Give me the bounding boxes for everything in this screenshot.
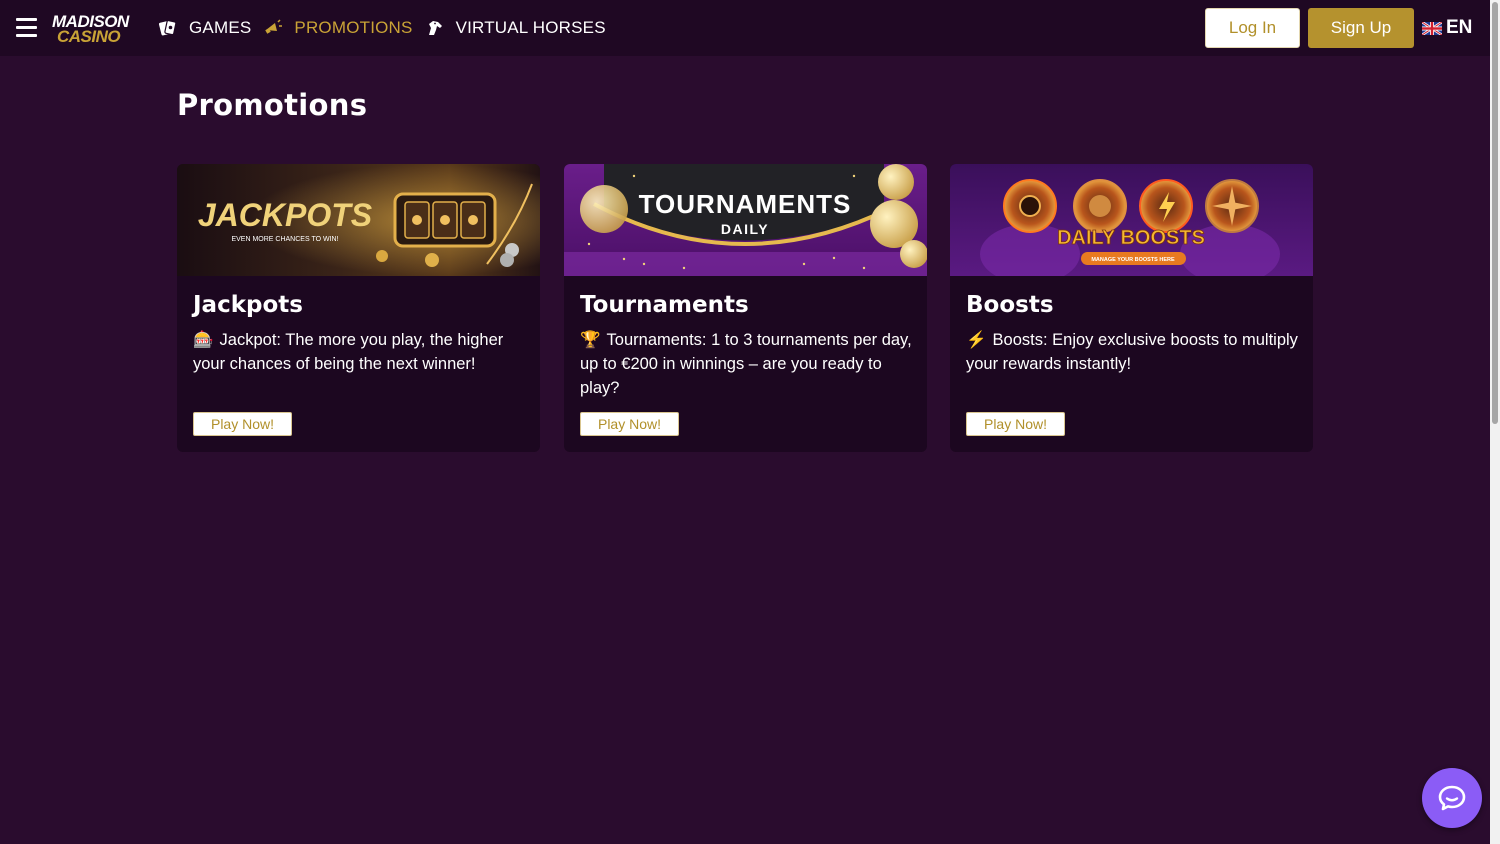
- chat-button[interactable]: [1422, 768, 1482, 828]
- card-title: Boosts: [966, 292, 1054, 318]
- card-description: ⚡ Boosts: Enjoy exclusive boosts to multi…: [966, 328, 1301, 376]
- login-button[interactable]: Log In: [1205, 8, 1300, 48]
- card-description-text: Jackpot: The more you play, the higher y…: [193, 331, 504, 373]
- logo-line-2: CASINO: [57, 27, 121, 46]
- boosts-banner[interactable]: DAILY BOOSTS MANAGE YOUR BOOSTS HERE: [950, 164, 1313, 276]
- language-code: EN: [1446, 17, 1473, 38]
- jackpots-banner-title: JACKPOTS: [198, 197, 373, 233]
- slot-machine-icon: 🎰: [193, 331, 214, 349]
- promo-card-tournaments: TOURNAMENTS DAILY Tournaments 🏆 Tournamen…: [564, 164, 927, 452]
- boosts-banner-subtitle: MANAGE YOUR BOOSTS HERE: [1091, 257, 1175, 263]
- megaphone-icon: [265, 19, 283, 34]
- card-description: 🎰 Jackpot: The more you play, the higher …: [193, 328, 528, 376]
- card-description: 🏆 Tournaments: 1 to 3 tournaments per day…: [580, 328, 915, 400]
- promo-card-jackpots: JACKPOTS EVEN MORE CHANCES TO WIN! Jackp…: [177, 164, 540, 452]
- nav-label-virtual-horses: VIRTUAL HORSES: [455, 18, 606, 37]
- tournaments-banner-title: TOURNAMENTS: [639, 189, 852, 219]
- nav-item-virtual-horses[interactable]: VIRTUAL HORSES: [425, 18, 606, 38]
- top-navigation-bar: MADISON CASINO GAMES PROMOTIONS VIRTUAL …: [0, 0, 1490, 56]
- uk-flag-icon: [1422, 21, 1442, 35]
- chat-bubble-icon: [1438, 785, 1466, 811]
- menu-icon[interactable]: [16, 18, 37, 37]
- tournaments-banner[interactable]: TOURNAMENTS DAILY: [564, 164, 927, 276]
- card-description-text: Boosts: Enjoy exclusive boosts to multip…: [966, 331, 1298, 373]
- main-nav: GAMES PROMOTIONS VIRTUAL HORSES: [158, 0, 618, 56]
- horse-icon: [428, 21, 442, 35]
- lightning-icon: ⚡: [966, 331, 987, 349]
- play-now-button[interactable]: Play Now!: [580, 412, 679, 436]
- scrollbar-thumb[interactable]: [1492, 2, 1498, 424]
- boosts-banner-title: DAILY BOOSTS: [1057, 227, 1205, 249]
- page-title: Promotions: [177, 88, 368, 122]
- card-title: Jackpots: [193, 292, 303, 318]
- tournaments-banner-subtitle: DAILY: [721, 221, 769, 237]
- play-now-button[interactable]: Play Now!: [966, 412, 1065, 436]
- trophy-icon: 🏆: [580, 331, 601, 349]
- card-title: Tournaments: [580, 292, 749, 318]
- promo-card-boosts: DAILY BOOSTS MANAGE YOUR BOOSTS HERE Boo…: [950, 164, 1313, 452]
- nav-label-promotions: PROMOTIONS: [294, 18, 413, 37]
- play-now-button[interactable]: Play Now!: [193, 412, 292, 436]
- nav-item-promotions[interactable]: PROMOTIONS: [263, 18, 412, 38]
- page-scrollbar[interactable]: [1490, 0, 1500, 844]
- nav-label-games: GAMES: [189, 18, 252, 37]
- signup-button[interactable]: Sign Up: [1308, 8, 1414, 48]
- jackpots-banner-subtitle: EVEN MORE CHANCES TO WIN!: [231, 236, 338, 243]
- casino-logo[interactable]: MADISON CASINO: [52, 13, 144, 48]
- jackpots-banner[interactable]: JACKPOTS EVEN MORE CHANCES TO WIN!: [177, 164, 540, 276]
- card-description-text: Tournaments: 1 to 3 tournaments per day,…: [580, 331, 912, 397]
- language-selector[interactable]: EN: [1422, 14, 1472, 42]
- cards-icon: [158, 19, 177, 36]
- nav-item-games[interactable]: GAMES: [158, 18, 251, 38]
